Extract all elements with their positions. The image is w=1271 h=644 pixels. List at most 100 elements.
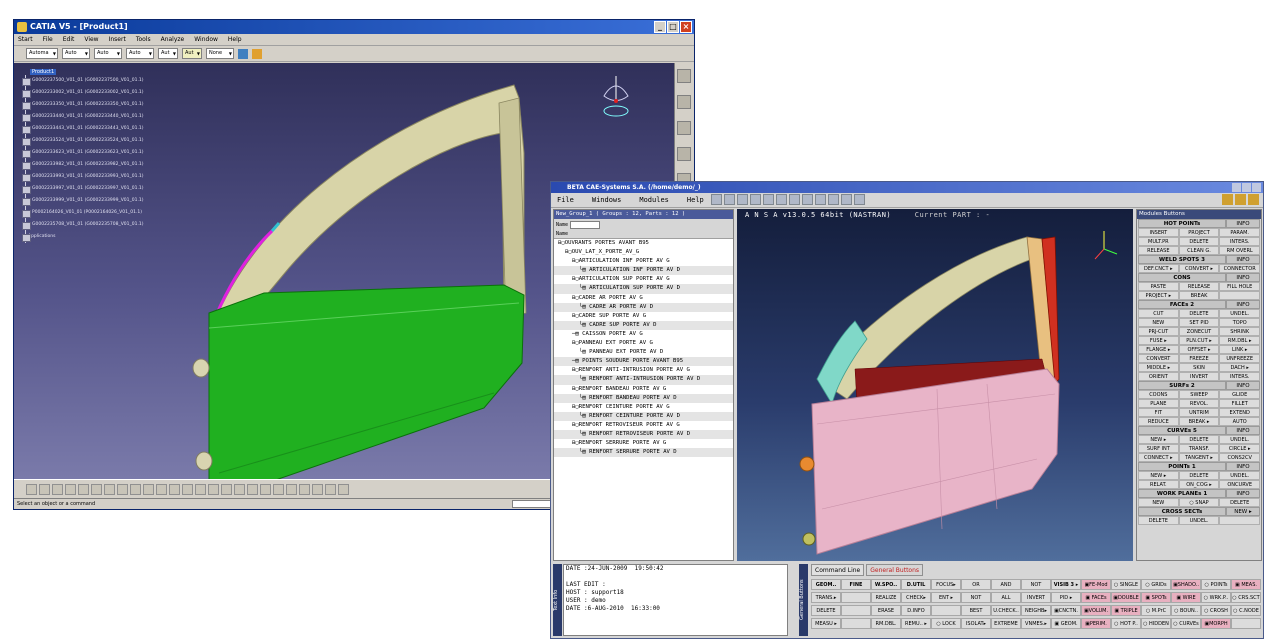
general-button[interactable]: MEASU ▸	[811, 618, 841, 629]
menu-window[interactable]: Window	[194, 36, 218, 43]
painter-icon[interactable]	[238, 48, 248, 59]
module-button[interactable]: DELETE	[1219, 498, 1261, 507]
general-button[interactable]: ○ HOT P..	[1111, 618, 1141, 629]
general-button[interactable]: ▣MORPH	[1201, 618, 1231, 629]
module-button[interactable]: COONS	[1138, 390, 1179, 399]
general-button[interactable]: ○ CROSH	[1201, 605, 1231, 616]
copy-icon[interactable]	[91, 484, 102, 495]
cut-icon[interactable]	[78, 484, 89, 495]
general-button[interactable]: ○ SINGLE	[1111, 579, 1141, 590]
general-button[interactable]: REALIZE	[871, 592, 901, 603]
module-button[interactable]: REVOL.	[1178, 399, 1220, 408]
general-button[interactable]: ▣ TRIPLE	[1111, 605, 1141, 616]
general-button[interactable]: ▣PERIM.	[1081, 618, 1111, 629]
maximize-button[interactable]	[1242, 183, 1251, 192]
general-button[interactable]: VNMES.▸	[1021, 618, 1051, 629]
help-icon[interactable]	[143, 484, 154, 495]
general-button[interactable]: ERASE	[871, 605, 901, 616]
general-button[interactable]: ▣ MEAS.	[1231, 579, 1261, 590]
module-button[interactable]: EXTEND	[1219, 408, 1261, 417]
module-button[interactable]: FLANGE ▸	[1138, 345, 1179, 354]
comment-icon[interactable]	[169, 484, 180, 495]
module-button[interactable]: SWEEP	[1178, 390, 1220, 399]
general-button[interactable]: ○ HIDDEN	[1141, 618, 1171, 629]
module-button[interactable]: PLN.CUT ▸	[1178, 336, 1220, 345]
info-button[interactable]: INFO	[1226, 255, 1260, 264]
general-button[interactable]: ▣ WIRE	[1171, 592, 1201, 603]
menu-analyze[interactable]: Analyze	[161, 36, 185, 43]
fly-icon[interactable]	[208, 484, 219, 495]
tree-node[interactable]: └▤ RENFORT ANTI-INTRUSION PORTE AV D	[554, 375, 733, 385]
module-button[interactable]: UNDEL.	[1178, 516, 1220, 525]
menu-modules[interactable]: Modules	[639, 196, 669, 204]
module-button[interactable]: RELEASE	[1138, 246, 1179, 255]
general-button[interactable]: NEIGHB▸	[1021, 605, 1051, 616]
module-button[interactable]: UNDEL.	[1219, 435, 1261, 444]
tree-node[interactable]: ⊟▢OUV_LAT_X_PORTE_AV_G	[554, 248, 733, 257]
module-group-title[interactable]: HOT POINTs	[1138, 219, 1226, 228]
shading-icon[interactable]	[312, 484, 323, 495]
tree-node[interactable]: ⊟▢RENFORT CEINTURE PORTE AV G	[554, 403, 733, 412]
general-button[interactable]: EXTREME	[991, 618, 1021, 629]
render-icon[interactable]	[802, 194, 813, 205]
module-button[interactable]: FILL HOLE	[1219, 282, 1261, 291]
normal-view-icon[interactable]	[286, 484, 297, 495]
paste-icon[interactable]	[104, 484, 115, 495]
module-button[interactable]: MIDDLE ▸	[1138, 363, 1179, 372]
module-button[interactable]: UNDEL.	[1219, 309, 1261, 318]
module-button[interactable]: PARAM.	[1219, 228, 1261, 237]
general-button[interactable]: RM.DBL.	[871, 618, 901, 629]
module-group-title[interactable]: CROSS SECTs	[1138, 507, 1226, 516]
general-button[interactable]: VISIB 3 ▸	[1051, 579, 1081, 590]
menu-windows[interactable]: Windows	[592, 196, 622, 204]
general-button[interactable]: ▣ SPOTs	[1141, 592, 1171, 603]
tool-icon[interactable]	[677, 147, 691, 161]
name-filter-input[interactable]	[570, 220, 601, 229]
tree-node[interactable]: ⊟▢CADRE AR PORTE AV G	[554, 294, 733, 303]
general-button[interactable]: TRANS.▸	[811, 592, 841, 603]
general-button[interactable]: ○ M.PrC	[1141, 605, 1171, 616]
zoom-in-icon[interactable]	[260, 484, 271, 495]
rotate-icon[interactable]	[247, 484, 258, 495]
module-button[interactable]: ○ SNAP	[1178, 498, 1220, 507]
minimize-button[interactable]: _	[654, 21, 666, 33]
general-button[interactable]: ○ CURVEs	[1171, 618, 1201, 629]
tool-icon[interactable]	[677, 121, 691, 135]
module-button[interactable]: FREEZE	[1178, 354, 1220, 363]
general-button[interactable]: ○ WRK.P..	[1201, 592, 1231, 603]
render-combo[interactable]: None	[206, 48, 234, 59]
module-button[interactable]: ONCURVE	[1219, 480, 1261, 489]
module-button[interactable]: CONVERT ▸	[1178, 264, 1220, 273]
general-button[interactable]: ▣SHADO..	[1171, 579, 1201, 590]
module-button[interactable]: PLANE	[1138, 399, 1179, 408]
tree-node[interactable]: └▤ RENFORT RETROVISEUR PORTE AV D	[554, 429, 733, 440]
general-button[interactable]: ▣FE-Mod	[1081, 579, 1111, 590]
compass-tool-icon[interactable]	[195, 484, 206, 495]
minimize-button[interactable]	[1232, 183, 1241, 192]
general-button[interactable]: NOT	[1021, 579, 1051, 590]
tree-node[interactable]: ⊟▢RENFORT ANTI-INTRUSION PORTE AV G	[554, 366, 733, 375]
general-button[interactable]: DELETE	[811, 605, 841, 616]
formula-icon[interactable]	[156, 484, 167, 495]
tree-node[interactable]: ─▤ POINTS SOUDURE PORTE AVANT B95	[554, 357, 733, 367]
name-column-header[interactable]: Name	[554, 230, 733, 239]
general-button[interactable]: ▣CNCTN.	[1051, 605, 1081, 616]
general-button[interactable]: NOT	[961, 592, 991, 603]
settings-icon[interactable]	[1248, 194, 1259, 205]
layer-combo[interactable]: Aut	[182, 48, 202, 59]
maximize-button[interactable]: □	[667, 21, 679, 33]
general-button[interactable]: CHECK▸	[901, 592, 931, 603]
module-button[interactable]: ORIENT	[1138, 372, 1179, 381]
general-button[interactable]: ▣ FACEs	[1081, 592, 1111, 603]
print-icon[interactable]	[737, 194, 748, 205]
compass-icon[interactable]	[596, 71, 636, 121]
module-button[interactable]: RM.DBL ▸	[1219, 336, 1261, 345]
pid-icon[interactable]	[828, 194, 839, 205]
lock-icon[interactable]	[1235, 194, 1246, 205]
close-button[interactable]	[1252, 183, 1261, 192]
menu-edit[interactable]: Edit	[63, 36, 75, 43]
module-button[interactable]: PROJECT ▸	[1138, 291, 1179, 300]
module-button[interactable]: CUT	[1138, 309, 1179, 318]
rotate-icon[interactable]	[789, 194, 800, 205]
general-button[interactable]: FOCUS▸	[931, 579, 961, 590]
